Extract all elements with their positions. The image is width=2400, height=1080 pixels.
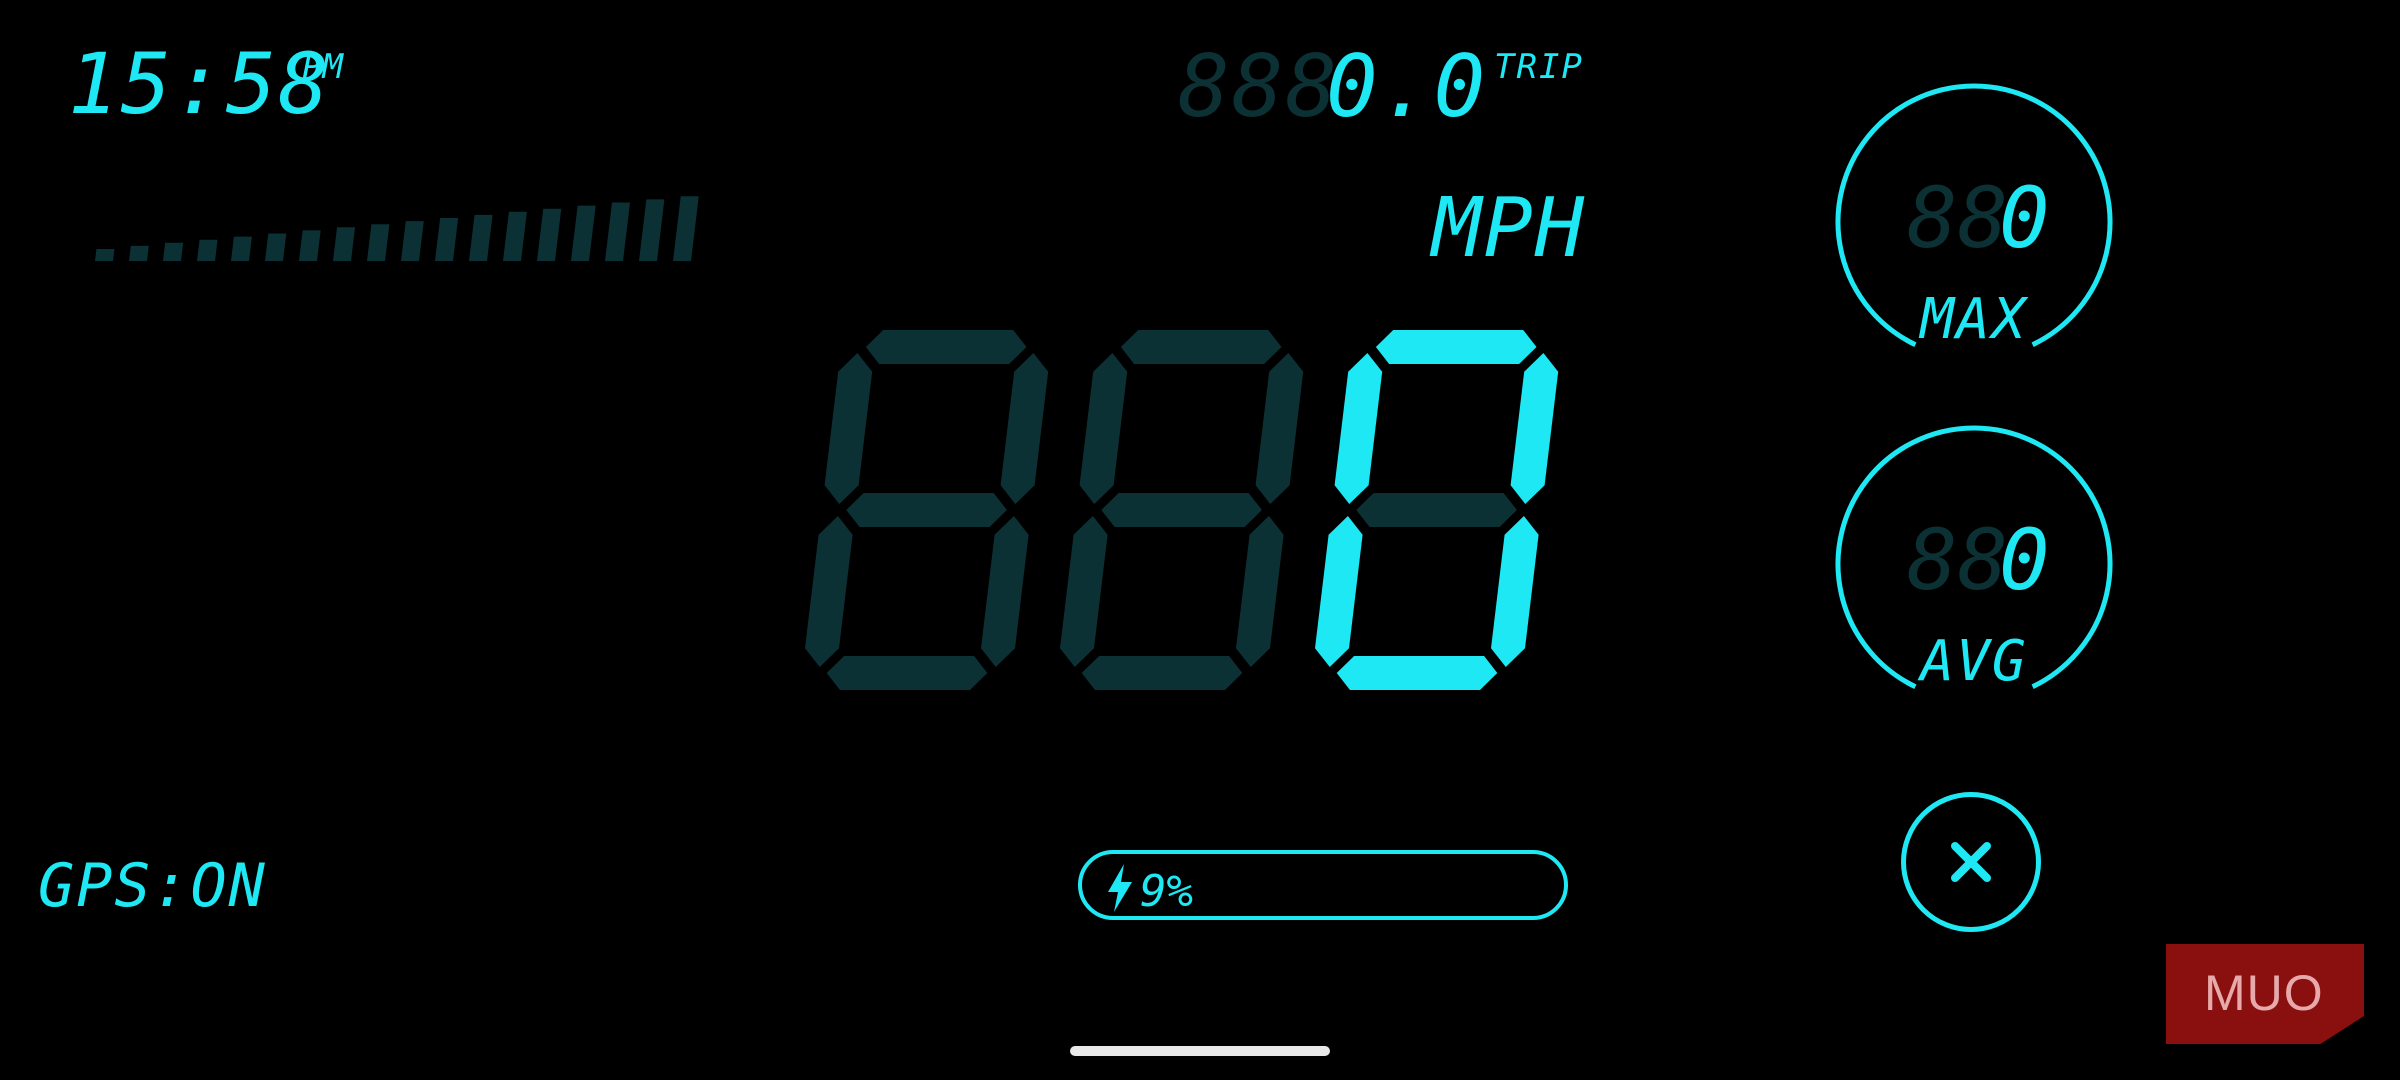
avg-ghost-digits: 88 <box>1907 511 2009 609</box>
speed-level-bar <box>639 199 665 261</box>
clock-ampm: PM <box>302 47 343 87</box>
speed-level-bar <box>197 239 218 261</box>
max-speed-gauge: 88 0 MAX <box>1829 82 2119 372</box>
max-ghost-digits: 88 <box>1907 169 2009 267</box>
speed-level-bar <box>571 205 596 261</box>
speed-level-bar <box>435 218 459 261</box>
speedometer-screen: 15:58 PM 888 0.0 TRIP MPH 88 0 MAX 88 0 … <box>0 0 2400 1080</box>
speed-level-bar <box>265 233 287 261</box>
speed-digit-segment <box>1079 353 1128 504</box>
speed-level-bar <box>503 211 527 261</box>
avg-label: AVG <box>1920 629 2028 694</box>
speed-digit <box>1315 330 1559 690</box>
speed-level-bar <box>673 196 699 261</box>
battery-percent: 9% <box>1140 866 1193 917</box>
speed-digit-segment <box>1101 493 1262 527</box>
speed-digit-segment <box>1336 656 1498 690</box>
speed-level-bar <box>537 208 562 261</box>
speed-level-bar <box>401 221 424 261</box>
speed-digit-segment <box>981 516 1029 667</box>
close-icon <box>1951 842 1991 882</box>
speed-level-bar <box>231 236 252 261</box>
speed-level-bar <box>95 249 115 261</box>
avg-speed-gauge: 88 0 AVG <box>1829 424 2119 714</box>
speed-digit-segment <box>1000 353 1049 504</box>
speed-digit-segment <box>1315 516 1363 667</box>
speed-level-bar <box>129 245 149 261</box>
speed-unit: MPH <box>1432 181 1587 276</box>
clock-time: 15:58 <box>68 35 331 133</box>
gps-status: GPS:ON <box>38 851 267 921</box>
avg-speed-value: 0 <box>1999 511 2050 609</box>
speed-level-bar <box>605 202 631 261</box>
watermark-text: MUO <box>2204 965 2324 1021</box>
speed-level-bars <box>95 196 699 261</box>
home-indicator[interactable] <box>1070 1046 1330 1056</box>
speed-digit-segment <box>1236 516 1284 667</box>
speed-digit-segment <box>1255 353 1304 504</box>
close-button[interactable] <box>1901 792 2041 932</box>
speed-digit-segment <box>1334 353 1383 504</box>
speed-digit-segment <box>1081 656 1243 690</box>
speed-level-bar <box>163 242 184 261</box>
speed-ghost-digit <box>1060 330 1304 690</box>
speed-digit-segment <box>1510 353 1559 504</box>
speed-digit-segment <box>1491 516 1539 667</box>
battery-indicator: 9% <box>1078 850 1568 920</box>
max-label: MAX <box>1920 287 2028 352</box>
speed-ghost-digit <box>805 330 1049 690</box>
speed-level-bar <box>299 230 321 261</box>
speed-digit-segment <box>1120 330 1282 364</box>
speed-digit-segment <box>826 656 988 690</box>
muo-watermark-logo: MUO <box>2166 944 2364 1044</box>
max-speed-value: 0 <box>1999 169 2050 267</box>
speed-level-bar <box>333 227 356 261</box>
speed-level-bar <box>469 214 493 261</box>
speed-digit-segment <box>846 493 1007 527</box>
speed-digit-segment <box>1356 493 1517 527</box>
speed-digit-segment <box>805 516 853 667</box>
lightning-bolt-icon <box>1108 864 1132 912</box>
trip-ghost-digits: 888 <box>1178 37 1340 137</box>
speed-digit-segment <box>1060 516 1108 667</box>
trip-label: TRIP <box>1494 47 1584 87</box>
speed-digit-segment <box>1375 330 1537 364</box>
speed-digit-segment <box>865 330 1027 364</box>
speed-readout <box>805 330 1559 690</box>
speed-level-bar <box>367 224 390 261</box>
trip-distance: 0.0 <box>1326 37 1488 137</box>
speed-digit-segment <box>824 353 873 504</box>
